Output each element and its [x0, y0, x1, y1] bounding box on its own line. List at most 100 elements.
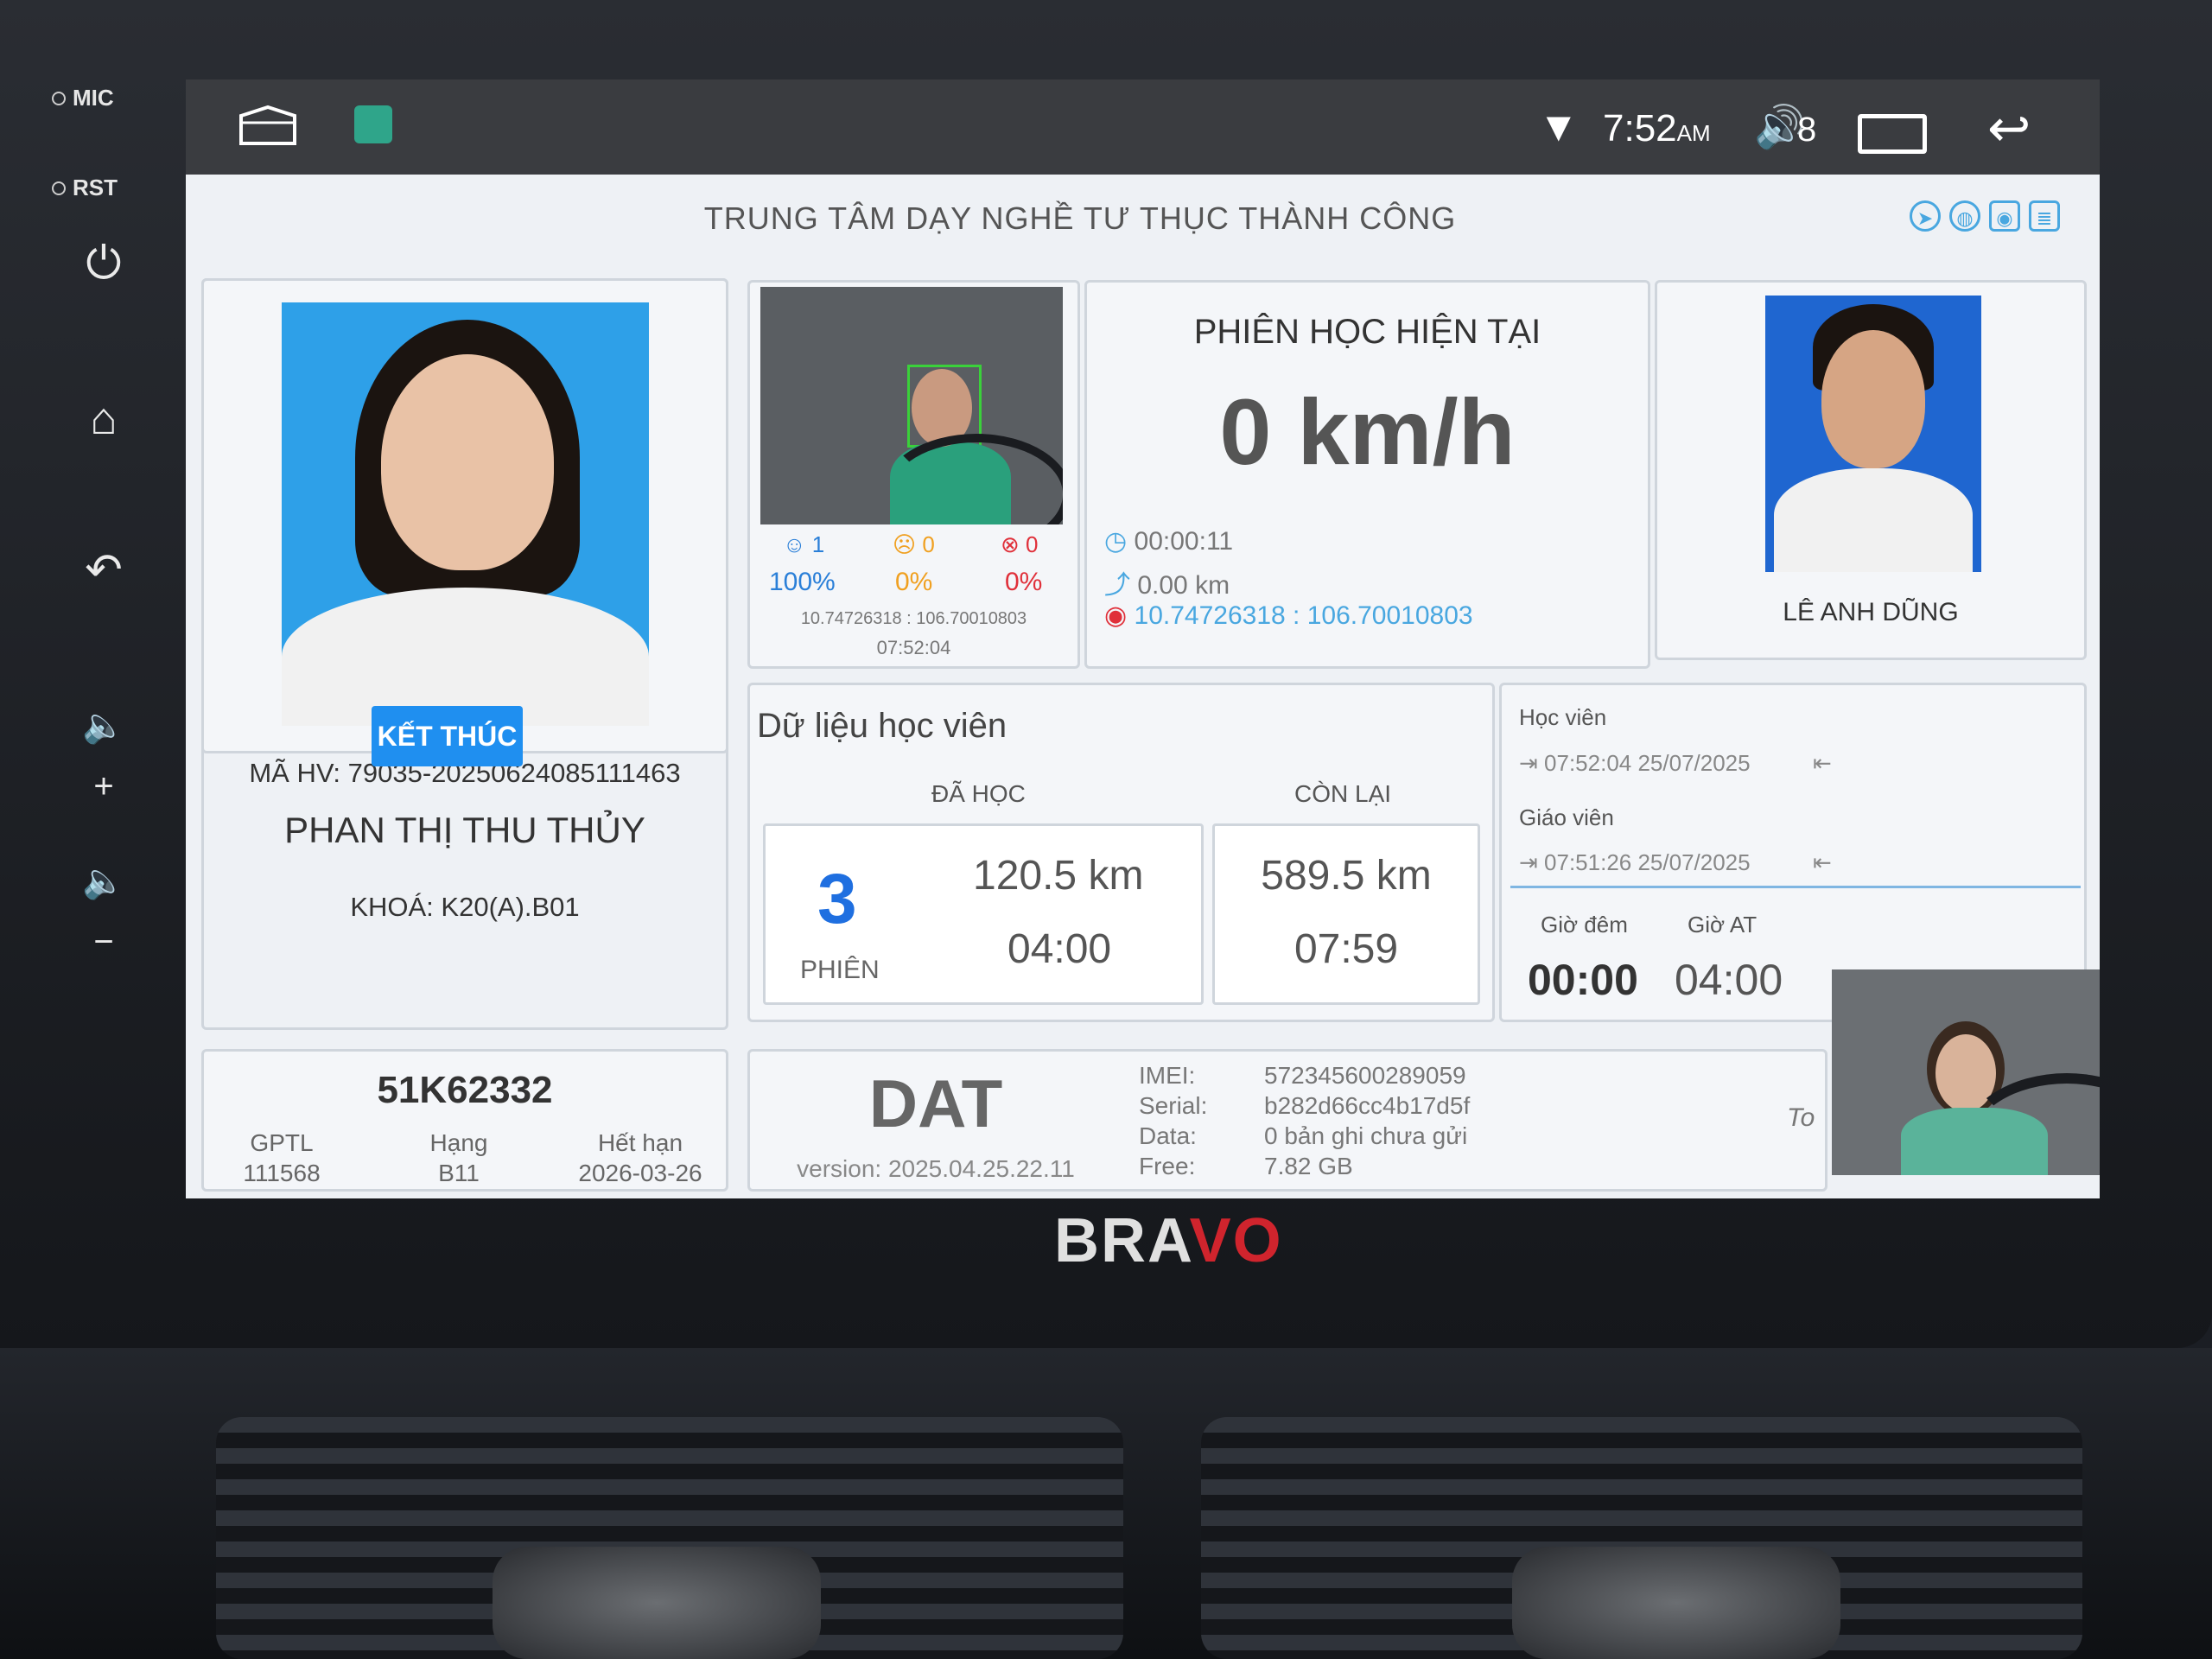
imei-value: 572345600289059: [1264, 1062, 1466, 1089]
wifi-icon: ▼: [1538, 105, 1580, 150]
camera-panel: ☺ 1 ☹ 0 ⊗ 0 100% 0% 0% 10.74726318 : 106…: [747, 280, 1080, 669]
gps-icon: ➤: [1910, 200, 1941, 232]
student-photo: [282, 302, 649, 726]
rst-label: RST: [73, 175, 118, 200]
clock: 7:52AM: [1603, 107, 1711, 150]
student-data-panel: Dữ liệu học viên ĐÃ HỌC CÒN LẠI 3 PHIÊN …: [747, 683, 1495, 1022]
globe-icon: ◍: [1949, 200, 1980, 232]
app-shortcut-icon[interactable]: [354, 105, 392, 143]
done-box: 3 PHIÊN 120.5 km 04:00: [763, 823, 1204, 1005]
vent-knob-left[interactable]: [493, 1547, 821, 1659]
night-value: 00:00: [1528, 956, 1638, 1004]
current-session-panel: PHIÊN HỌC HIỆN TẠI 0 km/h ◷ 00:00:11 ⤴ 0…: [1084, 280, 1650, 669]
device-panel: DAT version: 2025.04.25.22.11 IMEI: Seri…: [747, 1049, 1827, 1192]
device-version: version: 2025.04.25.22.11: [797, 1155, 1075, 1182]
camera-icon: ◉: [1989, 200, 2020, 232]
end-session-button[interactable]: KẾT THÚC: [372, 706, 523, 766]
speed-value: 0 km/h: [1219, 379, 1516, 484]
back-icon[interactable]: ↶: [73, 540, 134, 601]
free-value: 7.82 GB: [1264, 1153, 1353, 1179]
volume-down-icon[interactable]: 🔈−: [73, 851, 134, 961]
recent-apps-icon[interactable]: [1858, 114, 1927, 154]
location-pin-icon: ◉: [1104, 601, 1128, 630]
error-icon: ⊗: [1001, 531, 1020, 557]
sessions-label: PHIÊN: [800, 956, 880, 984]
clock-time: 7:52: [1603, 107, 1677, 149]
divider: [1510, 886, 2081, 888]
stat-fail-count: 0: [1026, 531, 1039, 557]
cabin-camera-preview: [1832, 969, 2100, 1175]
volume-up-icon[interactable]: 🔈+: [73, 696, 134, 805]
camera-coords: 10.74726318 : 106.70010803: [800, 609, 1027, 628]
stat-fail-percent: 0%: [1005, 568, 1043, 596]
stat-ok: ☺ 1: [783, 531, 824, 558]
device-name: DAT: [868, 1065, 1003, 1141]
remain-time: 07:59: [1294, 926, 1399, 972]
student-data-title: Dữ liệu học viên: [757, 707, 1007, 745]
done-time: 04:00: [1007, 926, 1112, 972]
teacher-logout-icon[interactable]: ⇤: [1813, 849, 1832, 876]
gptl-label: GPTL: [250, 1129, 314, 1156]
smile-icon: ☺: [783, 531, 806, 557]
teacher-login-time: 07:51:26 25/07/2025: [1544, 849, 1751, 875]
free-label: Free:: [1139, 1153, 1196, 1179]
stat-ok-percent: 100%: [769, 568, 836, 596]
overflow-text: To: [1787, 1103, 1815, 1132]
done-label: ĐÃ HỌC: [931, 780, 1026, 807]
teacher-login-label: Giáo viên: [1519, 804, 1614, 830]
rst-dot: [52, 181, 66, 195]
brand-logo: BRAVO: [1054, 1206, 1283, 1275]
teacher-card: LÊ ANH DŨNG: [1655, 280, 2087, 660]
teacher-login-row: ⇥ 07:51:26 25/07/2025: [1519, 849, 1751, 876]
power-icon[interactable]: ⏻: [73, 233, 134, 294]
session-title: PHIÊN HỌC HIỆN TẠI: [1193, 313, 1541, 351]
mic-label: MIC: [73, 85, 114, 111]
session-gps-row: ◉ 10.74726318 : 106.70010803: [1104, 601, 1473, 631]
imei-label: IMEI:: [1139, 1062, 1196, 1089]
stat-warn-percent: 0%: [895, 568, 933, 596]
vehicle-plate: 51K62332: [377, 1069, 553, 1111]
student-login-row: ⇥ 07:52:04 25/07/2025: [1519, 750, 1751, 777]
expiry-label: Hết hạn: [597, 1129, 683, 1156]
volume-level: 8: [1797, 111, 1817, 149]
data-value: 0 bản ghi chưa gửi: [1264, 1122, 1468, 1149]
at-label: Giờ AT: [1688, 912, 1758, 938]
data-label: Data:: [1139, 1122, 1197, 1149]
student-name: PHAN THỊ THU THỦY: [284, 810, 645, 850]
session-duration: 00:00:11: [1134, 527, 1234, 556]
remain-label: CÒN LẠI: [1294, 780, 1392, 807]
reset-button[interactable]: RST: [52, 175, 118, 201]
login-icon: ⇥: [1519, 750, 1538, 776]
vehicle-panel: 51K62332 GPTL 111568 Hạng B11 Hết hạn 20…: [201, 1049, 728, 1192]
session-duration-row: ◷ 00:00:11: [1104, 526, 1233, 556]
serial-label: Serial:: [1139, 1092, 1208, 1119]
done-km: 120.5 km: [973, 853, 1144, 899]
student-course: KHOÁ: K20(A).B01: [350, 892, 580, 922]
nav-home-icon[interactable]: [238, 104, 298, 147]
gptl-value: 111568: [243, 1160, 321, 1186]
camera-time: 07:52:04: [876, 637, 951, 658]
expiry-value: 2026-03-26: [578, 1160, 702, 1186]
stat-warn-count: 0: [922, 531, 935, 557]
session-distance-row: ⤴ 0.00 km: [1104, 563, 1230, 601]
student-card: [201, 278, 728, 753]
serial-value: b282d66cc4b17d5f: [1264, 1092, 1471, 1119]
student-logout-icon[interactable]: ⇤: [1813, 750, 1832, 777]
vent-knob-right[interactable]: [1512, 1547, 1840, 1659]
remain-km: 589.5 km: [1261, 853, 1432, 899]
neutral-face-icon: ☹: [893, 531, 917, 557]
session-gps: 10.74726318 : 106.70010803: [1134, 601, 1473, 630]
clock-icon: ◷: [1104, 527, 1128, 556]
session-distance: 0.00 km: [1137, 571, 1230, 600]
nav-back-icon[interactable]: ↩: [1987, 99, 2031, 159]
route-icon: ⤴: [1104, 571, 1130, 600]
database-icon: ≣: [2029, 200, 2060, 232]
center-title: TRUNG TÂM DẠY NGHỀ TƯ THỤC THÀNH CÔNG: [703, 200, 1457, 236]
status-bar: ▼ 7:52AM 🔊 8 ↩: [186, 79, 2100, 175]
teacher-photo: [1765, 296, 1981, 572]
home-icon[interactable]: ⌂: [73, 389, 134, 449]
class-value: B11: [438, 1160, 480, 1186]
app-screen: ▼ 7:52AM 🔊 8 ↩ TRUNG TÂM DẠY NGHỀ TƯ THỤ…: [186, 79, 2100, 1198]
stat-fail: ⊗ 0: [1001, 531, 1039, 558]
header-status-icons: ➤ ◍ ◉ ≣: [1910, 200, 2060, 232]
